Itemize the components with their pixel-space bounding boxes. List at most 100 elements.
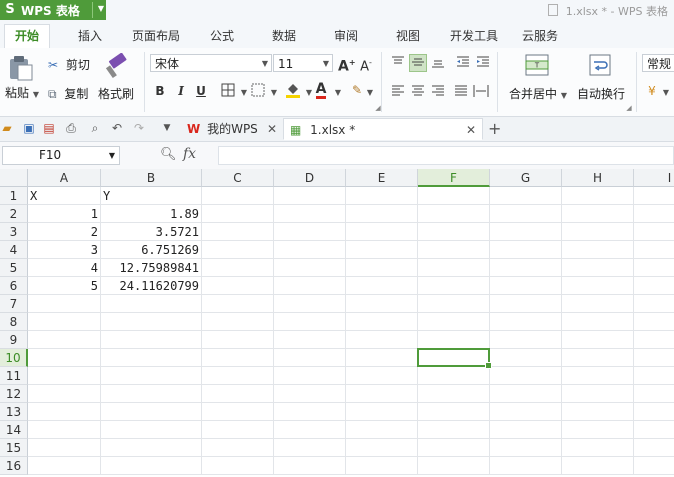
cell-g1[interactable] — [490, 187, 562, 205]
cell-f11[interactable] — [418, 367, 490, 385]
cell-d4[interactable] — [274, 241, 346, 259]
cell-d1[interactable] — [274, 187, 346, 205]
column-header-e[interactable]: E — [346, 169, 418, 187]
cell-i7[interactable] — [634, 295, 674, 313]
cell-g2[interactable] — [490, 205, 562, 223]
align-top-icon[interactable] — [390, 55, 406, 71]
cell-c9[interactable] — [202, 331, 274, 349]
cell-c14[interactable] — [202, 421, 274, 439]
cell-i11[interactable] — [634, 367, 674, 385]
cell-e15[interactable] — [346, 439, 418, 457]
chevron-down-icon[interactable]: ▼ — [362, 83, 378, 99]
tab-my-wps[interactable]: W 我的WPS ✕ — [183, 118, 283, 140]
cell-b12[interactable] — [101, 385, 202, 403]
cell-a13[interactable] — [28, 403, 101, 421]
cell-c2[interactable] — [202, 205, 274, 223]
cell-g15[interactable] — [490, 439, 562, 457]
cell-a3[interactable]: 2 — [28, 223, 101, 241]
tab-view[interactable]: 视图 — [396, 27, 420, 44]
cell-i1[interactable] — [634, 187, 674, 205]
cell-d13[interactable] — [274, 403, 346, 421]
cell-a15[interactable] — [28, 439, 101, 457]
row-header-1[interactable]: 1 — [0, 187, 28, 205]
select-all-corner[interactable] — [0, 169, 28, 187]
column-header-a[interactable]: A — [28, 169, 101, 187]
cell-e9[interactable] — [346, 331, 418, 349]
cell-i5[interactable] — [634, 259, 674, 277]
cell-c7[interactable] — [202, 295, 274, 313]
cell-b4[interactable]: 6.751269 — [101, 241, 202, 259]
cell-b2[interactable]: 1.89 — [101, 205, 202, 223]
cell-e11[interactable] — [346, 367, 418, 385]
cell-d7[interactable] — [274, 295, 346, 313]
cell-e7[interactable] — [346, 295, 418, 313]
cell-e4[interactable] — [346, 241, 418, 259]
cell-g13[interactable] — [490, 403, 562, 421]
cell-a11[interactable] — [28, 367, 101, 385]
tab-page-layout[interactable]: 页面布局 — [132, 27, 180, 44]
row-header-5[interactable]: 5 — [0, 259, 28, 277]
bold-button[interactable]: B — [152, 83, 168, 99]
clipboard-icon[interactable] — [8, 54, 34, 85]
cell-f15[interactable] — [418, 439, 490, 457]
close-icon[interactable]: ✕ — [267, 118, 277, 140]
chevron-down-icon[interactable]: ▼ — [266, 83, 282, 99]
cell-f14[interactable] — [418, 421, 490, 439]
open-folder-icon[interactable]: ▰ — [0, 121, 14, 135]
redo-icon[interactable]: ↷ — [132, 121, 146, 135]
justify-icon[interactable] — [453, 84, 469, 100]
wrap-text-button[interactable]: 自动换行 — [577, 85, 625, 102]
cell-e2[interactable] — [346, 205, 418, 223]
fill-handle[interactable] — [485, 362, 492, 369]
insert-function-button[interactable]: fx — [183, 146, 196, 162]
cell-b16[interactable] — [101, 457, 202, 475]
cell-g12[interactable] — [490, 385, 562, 403]
cell-i13[interactable] — [634, 403, 674, 421]
increase-font-icon[interactable]: A+ — [338, 55, 356, 75]
cell-f8[interactable] — [418, 313, 490, 331]
cell-g16[interactable] — [490, 457, 562, 475]
cell-f2[interactable] — [418, 205, 490, 223]
cell-c4[interactable] — [202, 241, 274, 259]
cell-h10[interactable] — [562, 349, 634, 367]
row-header-14[interactable]: 14 — [0, 421, 28, 439]
format-painter-icon[interactable] — [104, 52, 130, 84]
cell-h15[interactable] — [562, 439, 634, 457]
cell-d14[interactable] — [274, 421, 346, 439]
zoom-icon[interactable]: 🔍︎ — [160, 147, 177, 162]
tab-insert[interactable]: 插入 — [78, 27, 102, 44]
cell-c8[interactable] — [202, 313, 274, 331]
cell-i2[interactable] — [634, 205, 674, 223]
cell-c16[interactable] — [202, 457, 274, 475]
row-header-6[interactable]: 6 — [0, 277, 28, 295]
cell-d11[interactable] — [274, 367, 346, 385]
tab-developer[interactable]: 开发工具 — [450, 27, 498, 44]
underline-button[interactable]: U — [193, 83, 209, 99]
row-header-10[interactable]: 10 — [0, 349, 28, 367]
cell-h14[interactable] — [562, 421, 634, 439]
tab-cloud[interactable]: 云服务 — [522, 27, 558, 44]
cell-a9[interactable] — [28, 331, 101, 349]
merge-cells-icon[interactable]: T — [525, 54, 549, 79]
cell-i9[interactable] — [634, 331, 674, 349]
cell-g11[interactable] — [490, 367, 562, 385]
cell-c10[interactable] — [202, 349, 274, 367]
cell-d9[interactable] — [274, 331, 346, 349]
cell-b11[interactable] — [101, 367, 202, 385]
cell-b10[interactable] — [101, 349, 202, 367]
align-bottom-icon[interactable] — [430, 55, 446, 71]
cell-h13[interactable] — [562, 403, 634, 421]
cell-b15[interactable] — [101, 439, 202, 457]
cell-f1[interactable] — [418, 187, 490, 205]
cell-c13[interactable] — [202, 403, 274, 421]
cell-a10[interactable] — [28, 349, 101, 367]
cell-a2[interactable]: 1 — [28, 205, 101, 223]
font-color-icon[interactable]: A — [313, 81, 329, 99]
cell-b5[interactable]: 12.75989841 — [101, 259, 202, 277]
align-right-icon[interactable] — [430, 84, 446, 100]
print-icon[interactable]: ⎙ — [64, 121, 78, 135]
cell-e3[interactable] — [346, 223, 418, 241]
cell-a6[interactable]: 5 — [28, 277, 101, 295]
increase-indent-icon[interactable] — [475, 55, 491, 71]
cell-a16[interactable] — [28, 457, 101, 475]
